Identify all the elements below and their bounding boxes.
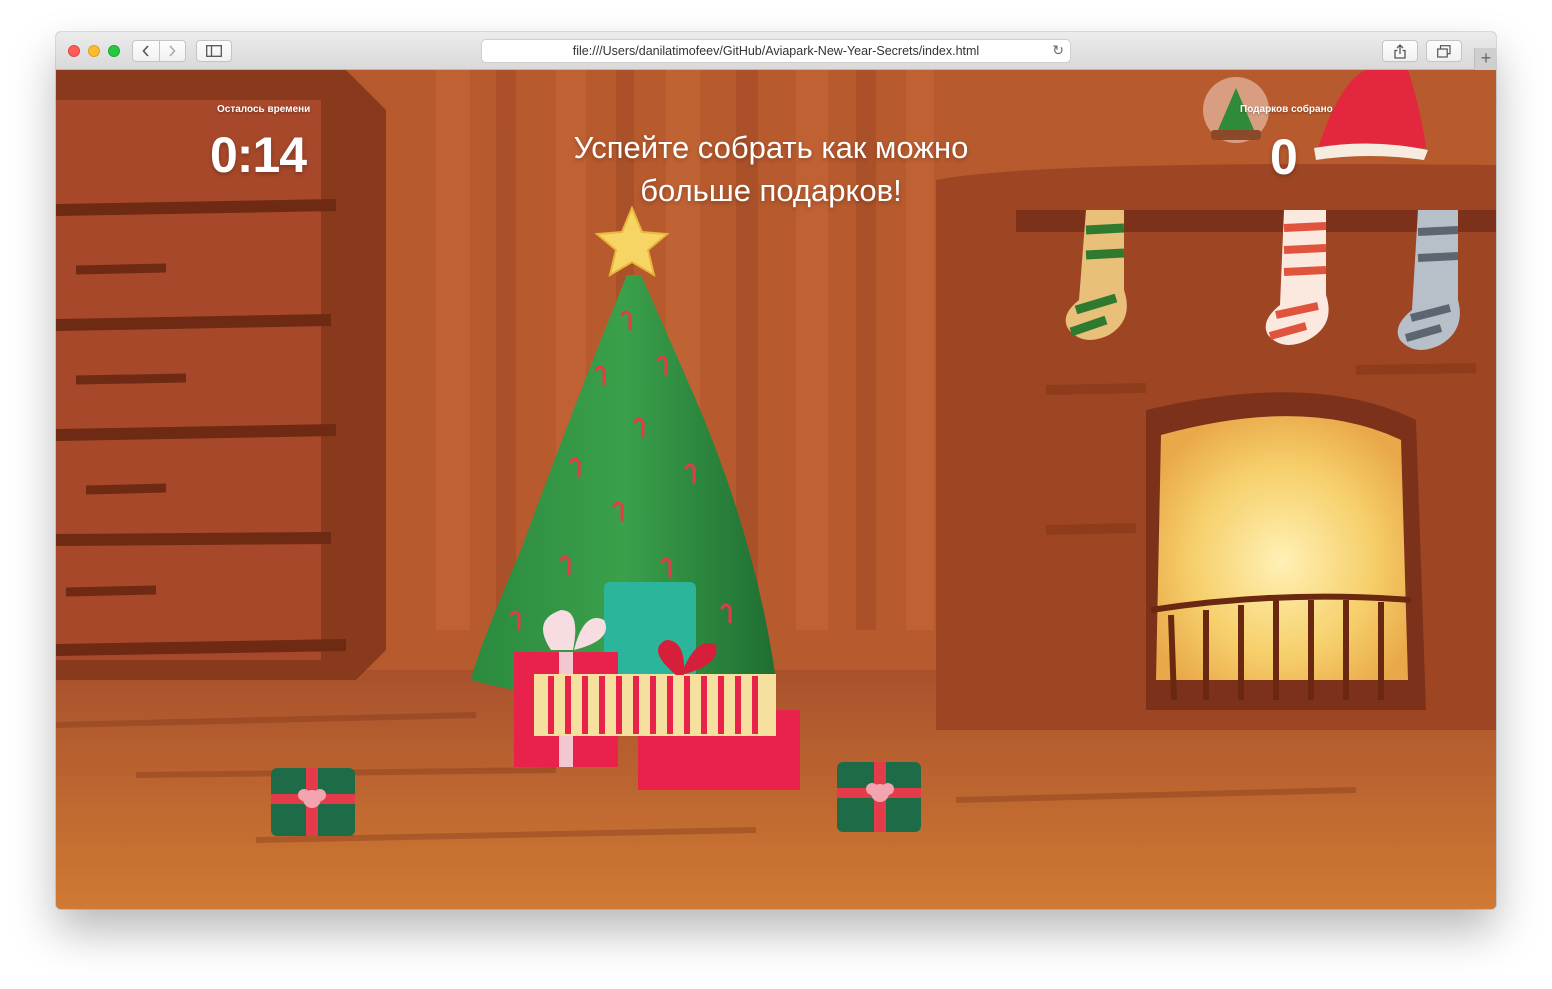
browser-toolbar: file:///Users/danilatimofeev/GitHub/Avia… <box>56 32 1496 70</box>
show-tabs-button[interactable] <box>1426 40 1462 62</box>
navigation-buttons <box>132 40 186 62</box>
collectible-gift[interactable] <box>268 762 358 840</box>
gifts-collected-label: Подарков собрано <box>1240 104 1333 115</box>
minimize-window-button[interactable] <box>88 45 100 57</box>
new-tab-button[interactable]: + <box>1474 48 1496 70</box>
maximize-window-button[interactable] <box>108 45 120 57</box>
game-scene: Осталось времени 0:14 Успейте собрать ка… <box>56 70 1496 909</box>
sidebar-toggle-button[interactable] <box>196 40 232 62</box>
fireplace <box>936 164 1496 730</box>
reload-icon[interactable]: ↻ <box>1052 42 1064 59</box>
gift-icon <box>837 762 921 832</box>
share-icon <box>1394 43 1406 59</box>
sidebar-icon <box>206 45 222 57</box>
chevron-left-icon <box>142 45 149 57</box>
browser-window: file:///Users/danilatimofeev/GitHub/Avia… <box>56 32 1496 909</box>
gift-icon <box>271 768 355 836</box>
gifts-collected-value: 0 <box>1270 129 1298 185</box>
timer-label: Осталось времени <box>217 104 311 115</box>
close-window-button[interactable] <box>68 45 80 57</box>
collectible-gift[interactable] <box>834 758 924 836</box>
game-instruction: Успейте собрать как можно больше подарко… <box>496 126 1046 212</box>
chevron-right-icon <box>169 45 176 57</box>
share-button[interactable] <box>1382 40 1418 62</box>
address-bar[interactable]: file:///Users/danilatimofeev/GitHub/Avia… <box>481 39 1071 63</box>
url-text: file:///Users/danilatimofeev/GitHub/Avia… <box>572 44 980 58</box>
instruction-line-1: Успейте собрать как можно <box>573 130 969 165</box>
instruction-line-2: больше подарков! <box>640 173 902 208</box>
back-button[interactable] <box>133 41 159 61</box>
tabs-overview-icon <box>1437 44 1451 58</box>
forward-button[interactable] <box>158 41 186 61</box>
timer-value: 0:14 <box>210 127 307 183</box>
